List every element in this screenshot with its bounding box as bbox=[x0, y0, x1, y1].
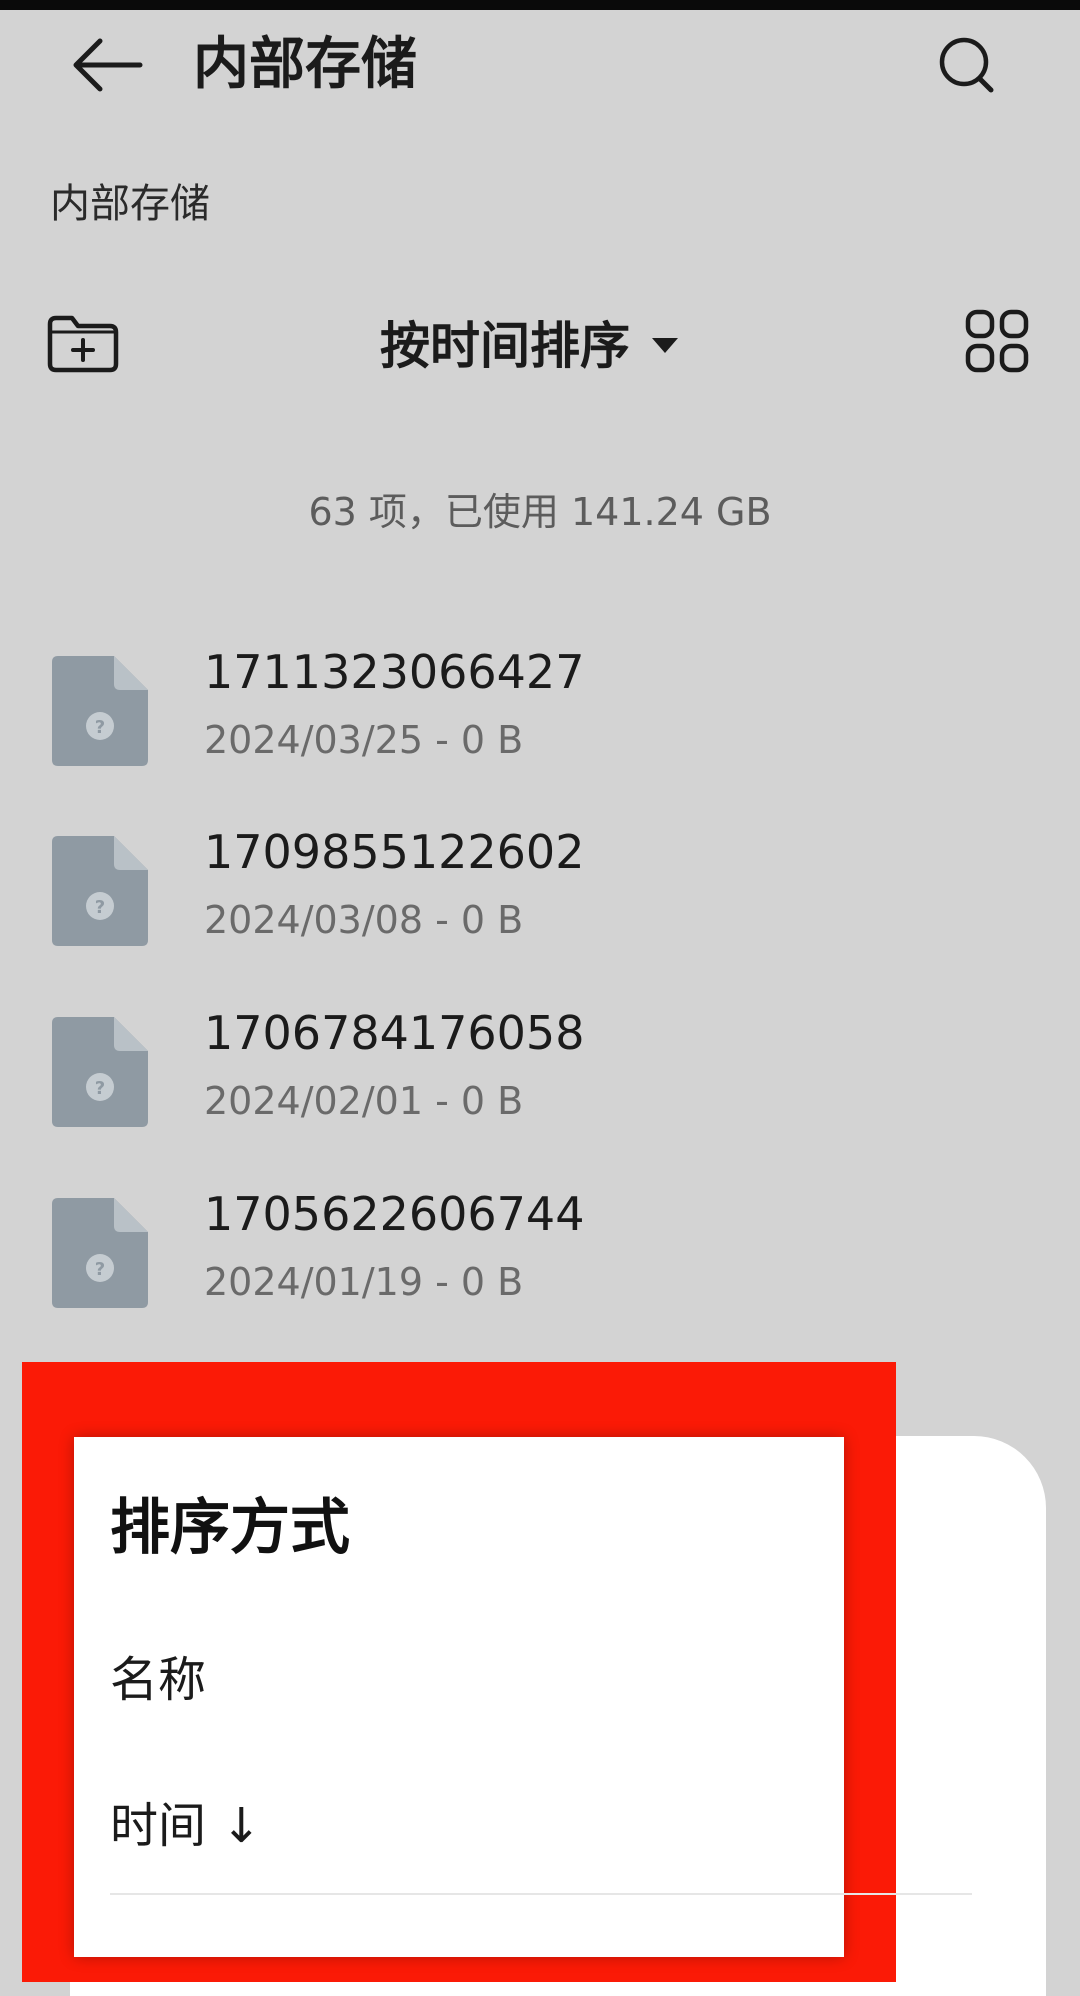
sort-sheet-title: 排序方式 bbox=[110, 1493, 350, 1563]
svg-text:?: ? bbox=[95, 1078, 105, 1099]
grid-view-icon bbox=[965, 309, 1029, 373]
search-icon bbox=[939, 37, 994, 93]
status-bar bbox=[0, 0, 1080, 10]
sort-button[interactable]: 按时间排序 bbox=[380, 306, 678, 378]
search-button[interactable] bbox=[935, 30, 1005, 100]
storage-summary: 63 项，已使用 141.24 GB bbox=[308, 490, 772, 534]
file-name: 1705622606744 bbox=[204, 1187, 585, 1241]
file-row[interactable]: ? 1706784176058 2024/02/01 - 0 B bbox=[0, 1001, 1080, 1181]
breadcrumb[interactable]: 内部存储 bbox=[50, 176, 210, 232]
sort-option-time[interactable]: 时间 ↓ bbox=[110, 1794, 261, 1858]
divider bbox=[110, 1893, 972, 1895]
new-folder-icon bbox=[47, 315, 119, 373]
caret-down-icon bbox=[652, 337, 678, 353]
file-row[interactable]: ? 1711323066427 2024/03/25 - 0 B bbox=[0, 640, 1080, 820]
svg-text:?: ? bbox=[95, 1259, 105, 1280]
file-meta: 2024/03/08 - 0 B bbox=[204, 898, 524, 942]
sort-option-name[interactable]: 名称 bbox=[110, 1648, 206, 1712]
arrow-left-icon bbox=[73, 38, 143, 92]
svg-text:?: ? bbox=[95, 897, 105, 918]
file-name: 1711323066427 bbox=[204, 645, 585, 699]
new-folder-button[interactable] bbox=[46, 310, 122, 374]
back-button[interactable] bbox=[70, 30, 150, 100]
unknown-file-icon: ? bbox=[52, 836, 148, 946]
sort-label: 按时间排序 bbox=[380, 317, 630, 375]
file-meta: 2024/01/19 - 0 B bbox=[204, 1260, 524, 1304]
unknown-file-icon: ? bbox=[52, 656, 148, 766]
file-row[interactable]: ? 1705622606744 2024/01/19 - 0 B bbox=[0, 1182, 1080, 1362]
file-meta: 2024/03/25 - 0 B bbox=[204, 718, 524, 762]
file-row[interactable]: ? 1709855122602 2024/03/08 - 0 B bbox=[0, 820, 1080, 1000]
page-title: 内部存储 bbox=[193, 32, 417, 97]
file-meta: 2024/02/01 - 0 B bbox=[204, 1079, 524, 1123]
grid-view-button[interactable] bbox=[964, 308, 1030, 374]
file-name: 1706784176058 bbox=[204, 1006, 585, 1060]
file-name: 1709855122602 bbox=[204, 825, 585, 879]
svg-text:?: ? bbox=[95, 717, 105, 738]
unknown-file-icon: ? bbox=[52, 1017, 148, 1127]
unknown-file-icon: ? bbox=[52, 1198, 148, 1308]
